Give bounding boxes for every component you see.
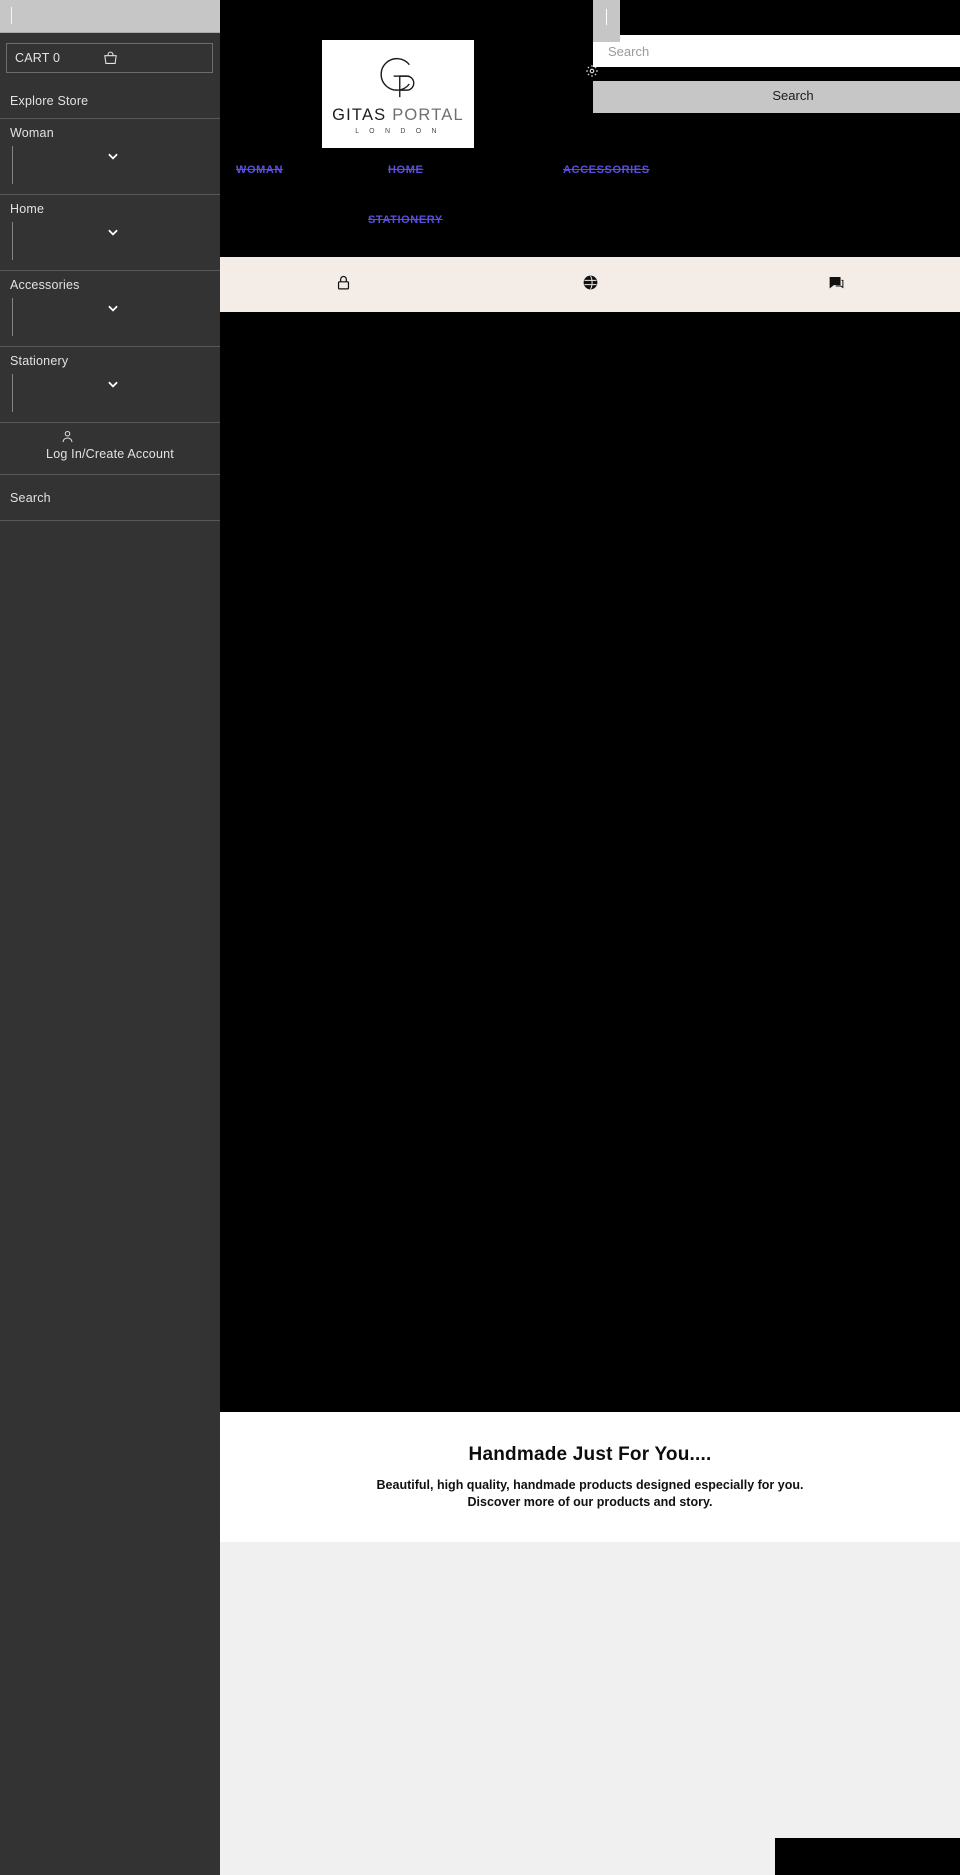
sidebar-item-label: Search [10,490,51,505]
sidebar-sections: Explore Store Woman Home Accessories Sta… [0,84,220,521]
promo-heading: Handmade Just For You.... [468,1444,712,1465]
gp-monogram-icon [370,49,426,105]
promo-section: Handmade Just For You.... Beautiful, hig… [220,1412,960,1542]
site-logo[interactable]: GITAS PORTAL L O N D O N [322,40,474,148]
text-caret [11,7,12,24]
sidebar-group-label: Home [10,202,45,216]
logo-word-primary: GITAS [332,106,387,124]
page-root: CART 0 Explore Store Woman Home Accessor… [0,0,960,1875]
nav-link-accessories[interactable]: ACCESSORIES [563,164,650,176]
footer-black-edge [775,1838,960,1875]
sidebar-group-label: Accessories [10,278,80,292]
chevron-down-icon[interactable] [106,225,120,236]
primary-nav: WOMAN HOME ACCESSORIES STATIONERY [220,160,960,250]
search-placeholder: Search [608,43,650,59]
logo-word-secondary: PORTAL [392,106,464,124]
chevron-down-icon[interactable] [106,301,120,312]
chevron-down-icon[interactable] [106,377,120,388]
sidebar-group-woman[interactable]: Woman [0,119,220,195]
sidebar-group-stationery[interactable]: Stationery [0,347,220,423]
group-rule [12,222,13,260]
logo-subtitle: L O N D O N [355,128,441,135]
shopping-bag-icon [102,50,119,68]
sidebar-group-accessories[interactable]: Accessories [0,271,220,347]
sidebar-item-label: Log In/Create Account [46,447,174,461]
sidebar-item-login-create-account[interactable]: Log In/Create Account [0,423,220,475]
search-button[interactable]: Search [593,78,960,113]
globe-icon [582,274,599,296]
cart-label: CART 0 [15,51,61,65]
hero-area [220,312,960,1412]
sidebar-group-home[interactable]: Home [0,195,220,271]
nav-link-stationery[interactable]: STATIONERY [368,214,443,226]
cart-button[interactable]: CART 0 [6,43,213,73]
chevron-down-icon[interactable] [106,149,120,160]
sidebar-item-explore-store[interactable]: Explore Store [0,84,220,119]
group-rule [12,146,13,184]
sidebar-group-label: Woman [10,126,54,140]
sidebar-item-label: Explore Store [10,94,89,108]
footer-strip [220,1542,960,1875]
chat-bubble-icon [828,274,845,296]
text-caret [606,9,607,25]
icon-cell-lock[interactable] [220,274,467,296]
logo-wordmark: GITAS PORTAL [332,106,464,125]
header-mini-input[interactable] [593,0,620,42]
group-rule [12,298,13,336]
main-content: GITAS PORTAL L O N D O N Search Search W… [220,0,960,1875]
sidebar-group-label: Stationery [10,354,69,368]
lock-icon [335,274,352,296]
promo-line-2: Discover more of our products and story. [467,1495,713,1509]
group-rule [12,374,13,412]
sidebar-item-search[interactable]: Search [0,475,220,521]
promo-line-1: Beautiful, high quality, handmade produc… [376,1478,804,1492]
sidebar-top-input[interactable] [0,0,220,33]
person-icon [60,429,75,445]
nav-link-home[interactable]: HOME [388,164,423,176]
icon-cell-chat[interactable] [713,274,960,296]
feature-icon-strip [220,257,960,312]
search-input[interactable]: Search [593,35,960,67]
nav-link-woman[interactable]: WOMAN [236,164,283,176]
sidebar: CART 0 Explore Store Woman Home Accessor… [0,0,220,1875]
icon-cell-globe[interactable] [467,274,714,296]
